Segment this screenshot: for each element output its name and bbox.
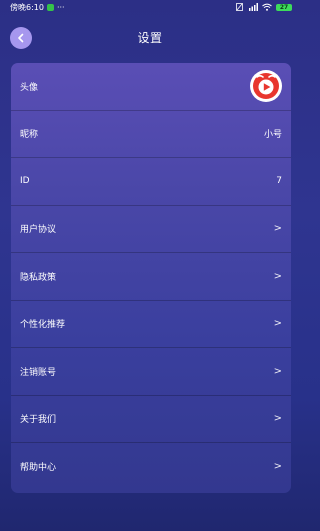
id-value: 7 (276, 176, 282, 187)
battery-icon: 27 (276, 3, 292, 11)
row-delete-account[interactable]: 注销账号 > (11, 348, 291, 396)
signal-blocked-icon (236, 3, 243, 11)
row-label: 昵称 (20, 130, 39, 141)
row-avatar[interactable]: 头像 (11, 63, 291, 111)
status-right: 27 (236, 3, 292, 11)
row-label: 注销账号 (20, 367, 57, 378)
row-nickname[interactable]: 昵称 小号 (11, 111, 291, 158)
chevron-right-icon: > (273, 461, 282, 473)
row-label: 头像 (20, 82, 39, 93)
status-more-dots: ··· (56, 2, 65, 12)
nav-bar: 设置 (0, 18, 300, 58)
row-personalized-recommendation[interactable]: 个性化推荐 > (11, 301, 291, 348)
settings-list: 头像 昵称 小号 ID 7 用户协议 > 隐私政策 > 个性化推荐 > 注销账号 (11, 63, 291, 493)
status-bar: 傍晚6:10 ··· 27 (0, 0, 300, 14)
nickname-value: 小号 (263, 130, 282, 141)
row-user-agreement[interactable]: 用户协议 > (11, 206, 291, 253)
chevron-right-icon: > (273, 413, 282, 425)
row-privacy-policy[interactable]: 隐私政策 > (11, 253, 291, 301)
app-notification-icon (46, 3, 54, 11)
row-about-us[interactable]: 关于我们 > (11, 396, 291, 443)
row-label: 帮助中心 (20, 463, 57, 474)
chevron-right-icon: > (273, 365, 282, 377)
status-time: 傍晚6:10 (10, 2, 44, 12)
chevron-right-icon: > (273, 223, 282, 235)
wifi-icon (262, 3, 272, 11)
row-id: ID 7 (11, 158, 291, 206)
avatar[interactable] (250, 70, 282, 103)
signal-icon (249, 3, 258, 11)
status-left: 傍晚6:10 ··· (10, 2, 65, 13)
row-label: ID (20, 176, 30, 187)
row-label: 关于我们 (20, 415, 57, 426)
chevron-right-icon: > (273, 270, 282, 282)
play-logo-icon (253, 73, 279, 100)
row-label: 个性化推荐 (20, 320, 66, 331)
chevron-right-icon: > (273, 318, 282, 330)
row-label: 隐私政策 (20, 272, 57, 283)
page-title: 设置 (137, 31, 163, 45)
battery-level: 27 (279, 3, 289, 11)
row-label: 用户协议 (20, 225, 57, 236)
row-help-center[interactable]: 帮助中心 > (11, 443, 291, 491)
